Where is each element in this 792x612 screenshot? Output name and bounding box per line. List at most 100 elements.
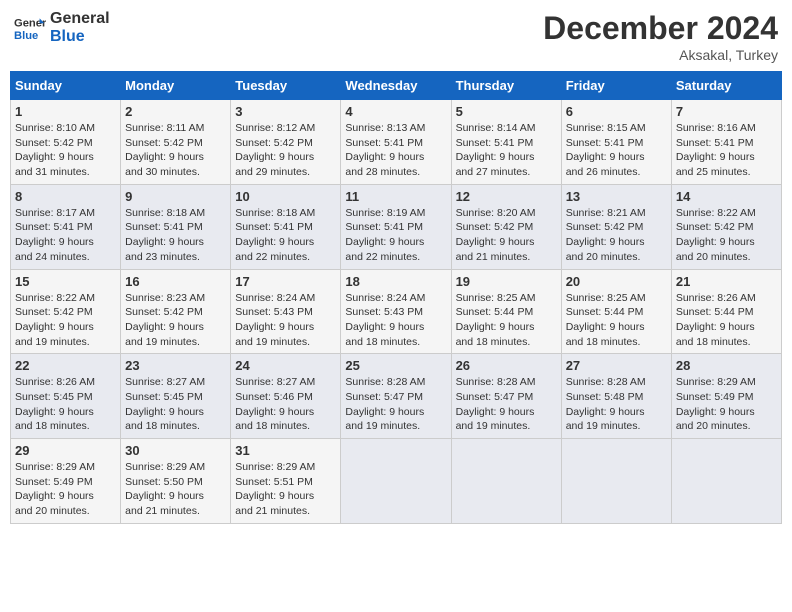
day-info: Sunrise: 8:13 AM Sunset: 5:41 PM Dayligh… [345,121,446,180]
calendar-cell [341,439,451,524]
day-info: Sunrise: 8:25 AM Sunset: 5:44 PM Dayligh… [566,291,667,350]
header-saturday: Saturday [671,72,781,100]
header-wednesday: Wednesday [341,72,451,100]
day-number: 14 [676,189,777,204]
day-number: 10 [235,189,336,204]
day-number: 28 [676,358,777,373]
calendar-cell: 7Sunrise: 8:16 AM Sunset: 5:41 PM Daylig… [671,100,781,185]
day-number: 6 [566,104,667,119]
logo-blue: Blue [50,28,110,46]
day-info: Sunrise: 8:29 AM Sunset: 5:50 PM Dayligh… [125,460,226,519]
day-number: 25 [345,358,446,373]
header-friday: Friday [561,72,671,100]
calendar-cell: 14 Sunrise: 8:22 AM Sunset: 5:42 PM Dayli… [671,184,781,269]
day-info: Sunrise: 8:26 AM Sunset: 5:44 PM Dayligh… [676,291,777,350]
day-info: Sunrise: 8:29 AM Sunset: 5:49 PM Dayligh… [15,460,116,519]
day-number: 19 [456,274,557,289]
day-info: Sunrise: 8:24 AM Sunset: 5:43 PM Dayligh… [235,291,336,350]
day-number: 13 [566,189,667,204]
day-info: Sunrise: 8:29 AM Sunset: 5:49 PM Dayligh… [676,375,777,434]
day-number: 22 [15,358,116,373]
calendar-cell: 8 Sunrise: 8:17 AM Sunset: 5:41 PM Daylig… [11,184,121,269]
calendar-cell: 12Sunrise: 8:20 AM Sunset: 5:42 PM Dayli… [451,184,561,269]
day-info: Sunrise: 8:16 AM Sunset: 5:41 PM Dayligh… [676,121,777,180]
calendar-cell: 5 Sunrise: 8:14 AM Sunset: 5:41 PM Daylig… [451,100,561,185]
day-info: Sunrise: 8:29 AM Sunset: 5:51 PM Dayligh… [235,460,336,519]
calendar-cell: 6 Sunrise: 8:15 AM Sunset: 5:41 PM Daylig… [561,100,671,185]
day-number: 27 [566,358,667,373]
calendar-cell: 10 Sunrise: 8:18 AM Sunset: 5:41 PM Dayli… [231,184,341,269]
calendar-cell: 15Sunrise: 8:22 AM Sunset: 5:42 PM Dayli… [11,269,121,354]
calendar-cell: 4 Sunrise: 8:13 AM Sunset: 5:41 PM Daylig… [341,100,451,185]
calendar-cell: 17 Sunrise: 8:24 AM Sunset: 5:43 PM Dayli… [231,269,341,354]
day-info: Sunrise: 8:10 AM Sunset: 5:42 PM Dayligh… [15,121,116,180]
calendar-header-row: SundayMondayTuesdayWednesdayThursdayFrid… [11,72,782,100]
day-info: Sunrise: 8:15 AM Sunset: 5:41 PM Dayligh… [566,121,667,180]
title-block: December 2024 Aksakal, Turkey [543,10,778,63]
calendar-cell: 29Sunrise: 8:29 AM Sunset: 5:49 PM Dayli… [11,439,121,524]
calendar-cell: 25 Sunrise: 8:28 AM Sunset: 5:47 PM Dayli… [341,354,451,439]
calendar-cell: 18Sunrise: 8:24 AM Sunset: 5:43 PM Dayli… [341,269,451,354]
calendar-cell: 1Sunrise: 8:10 AM Sunset: 5:42 PM Daylig… [11,100,121,185]
svg-text:General: General [14,17,46,29]
logo: General Blue General Blue [14,10,110,45]
calendar-cell: 20 Sunrise: 8:25 AM Sunset: 5:44 PM Dayli… [561,269,671,354]
day-info: Sunrise: 8:27 AM Sunset: 5:46 PM Dayligh… [235,375,336,434]
day-info: Sunrise: 8:11 AM Sunset: 5:42 PM Dayligh… [125,121,226,180]
calendar-cell: 31 Sunrise: 8:29 AM Sunset: 5:51 PM Dayli… [231,439,341,524]
calendar-cell: 3 Sunrise: 8:12 AM Sunset: 5:42 PM Daylig… [231,100,341,185]
day-number: 31 [235,443,336,458]
day-info: Sunrise: 8:25 AM Sunset: 5:44 PM Dayligh… [456,291,557,350]
day-number: 5 [456,104,557,119]
logo-icon: General Blue [14,12,46,44]
day-info: Sunrise: 8:14 AM Sunset: 5:41 PM Dayligh… [456,121,557,180]
day-number: 26 [456,358,557,373]
day-info: Sunrise: 8:21 AM Sunset: 5:42 PM Dayligh… [566,206,667,265]
day-info: Sunrise: 8:28 AM Sunset: 5:47 PM Dayligh… [456,375,557,434]
day-number: 4 [345,104,446,119]
day-info: Sunrise: 8:24 AM Sunset: 5:43 PM Dayligh… [345,291,446,350]
header-tuesday: Tuesday [231,72,341,100]
day-number: 11 [345,189,446,204]
day-number: 12 [456,189,557,204]
day-info: Sunrise: 8:18 AM Sunset: 5:41 PM Dayligh… [125,206,226,265]
day-info: Sunrise: 8:12 AM Sunset: 5:42 PM Dayligh… [235,121,336,180]
calendar-week-3: 15Sunrise: 8:22 AM Sunset: 5:42 PM Dayli… [11,269,782,354]
calendar-cell: 26 Sunrise: 8:28 AM Sunset: 5:47 PM Dayli… [451,354,561,439]
day-number: 9 [125,189,226,204]
logo-general: General [50,10,110,28]
calendar-cell: 28 Sunrise: 8:29 AM Sunset: 5:49 PM Dayli… [671,354,781,439]
day-number: 8 [15,189,116,204]
calendar-cell: 19 Sunrise: 8:25 AM Sunset: 5:44 PM Dayli… [451,269,561,354]
location: Aksakal, Turkey [543,47,778,63]
day-number: 24 [235,358,336,373]
calendar-cell: 24 Sunrise: 8:27 AM Sunset: 5:46 PM Dayli… [231,354,341,439]
day-number: 2 [125,104,226,119]
day-number: 20 [566,274,667,289]
calendar-cell: 13 Sunrise: 8:21 AM Sunset: 5:42 PM Dayli… [561,184,671,269]
day-info: Sunrise: 8:26 AM Sunset: 5:45 PM Dayligh… [15,375,116,434]
day-info: Sunrise: 8:23 AM Sunset: 5:42 PM Dayligh… [125,291,226,350]
calendar-cell: 9 Sunrise: 8:18 AM Sunset: 5:41 PM Daylig… [121,184,231,269]
day-number: 30 [125,443,226,458]
month-title: December 2024 [543,10,778,47]
day-info: Sunrise: 8:22 AM Sunset: 5:42 PM Dayligh… [676,206,777,265]
calendar-cell: 23 Sunrise: 8:27 AM Sunset: 5:45 PM Dayli… [121,354,231,439]
calendar-cell: 22 Sunrise: 8:26 AM Sunset: 5:45 PM Dayli… [11,354,121,439]
day-info: Sunrise: 8:18 AM Sunset: 5:41 PM Dayligh… [235,206,336,265]
calendar-week-4: 22 Sunrise: 8:26 AM Sunset: 5:45 PM Dayli… [11,354,782,439]
day-number: 15 [15,274,116,289]
calendar-cell: 2 Sunrise: 8:11 AM Sunset: 5:42 PM Daylig… [121,100,231,185]
calendar-cell: 21Sunrise: 8:26 AM Sunset: 5:44 PM Dayli… [671,269,781,354]
header-thursday: Thursday [451,72,561,100]
day-number: 3 [235,104,336,119]
day-number: 16 [125,274,226,289]
page-header: General Blue General Blue December 2024 … [10,10,782,63]
calendar-cell: 27Sunrise: 8:28 AM Sunset: 5:48 PM Dayli… [561,354,671,439]
day-info: Sunrise: 8:27 AM Sunset: 5:45 PM Dayligh… [125,375,226,434]
calendar-cell: 11Sunrise: 8:19 AM Sunset: 5:41 PM Dayli… [341,184,451,269]
day-info: Sunrise: 8:28 AM Sunset: 5:47 PM Dayligh… [345,375,446,434]
day-number: 17 [235,274,336,289]
day-info: Sunrise: 8:17 AM Sunset: 5:41 PM Dayligh… [15,206,116,265]
day-number: 23 [125,358,226,373]
